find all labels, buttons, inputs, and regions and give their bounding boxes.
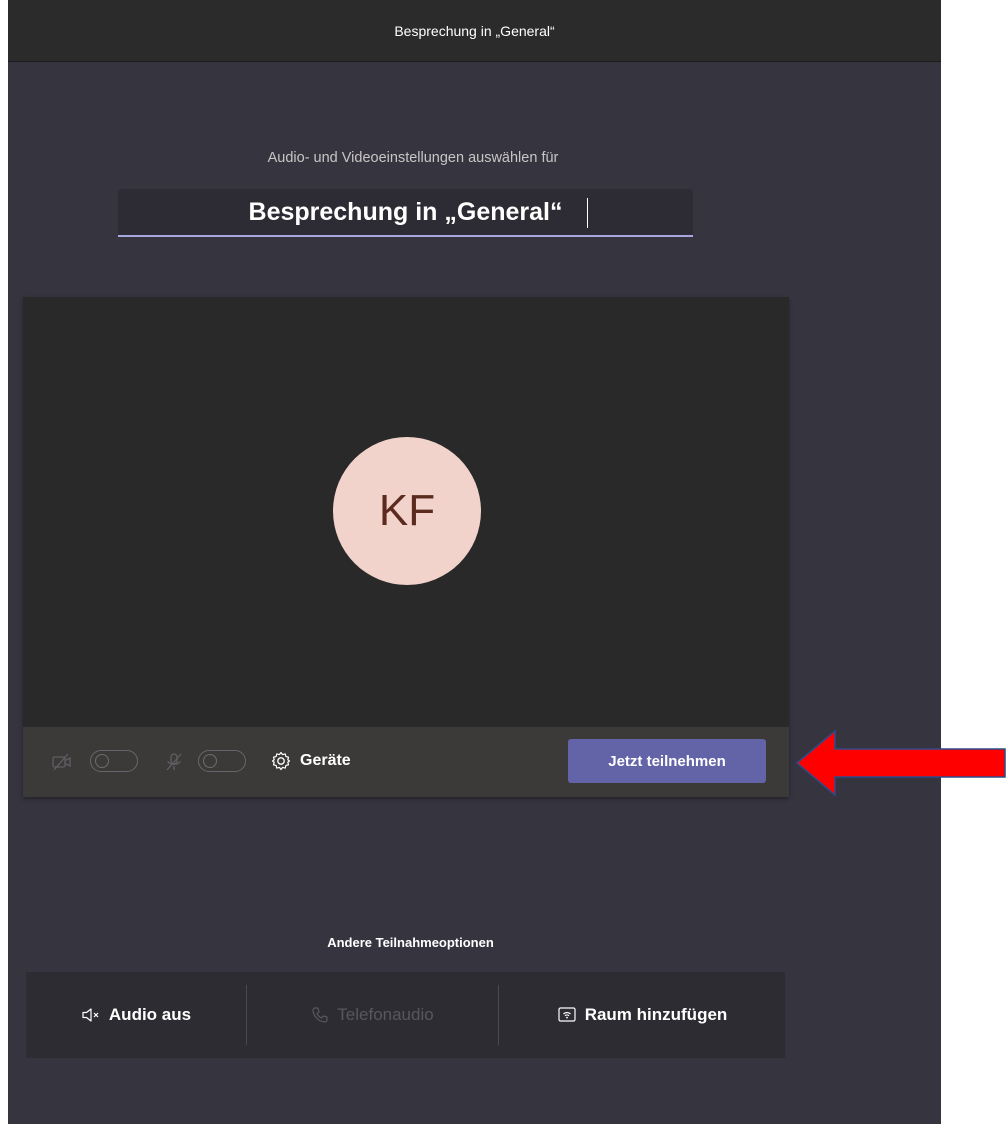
avatar: KF <box>333 437 481 585</box>
preview-controls-bar: Geräte Jetzt teilnehmen <box>23 727 789 797</box>
camera-toggle[interactable] <box>90 750 138 772</box>
meeting-name-input[interactable] <box>118 189 693 237</box>
microphone-toggle-knob <box>203 754 217 768</box>
add-room-option[interactable]: Raum hinzufügen <box>499 972 785 1058</box>
microphone-toggle[interactable] <box>198 750 246 772</box>
video-preview: KF Geräte Jetzt teilnehmen <box>23 297 789 797</box>
avatar-initials: KF <box>378 486 436 535</box>
window-title: Besprechung in „General“ <box>394 22 555 39</box>
audio-off-label: Audio aus <box>108 1005 192 1024</box>
phone-icon <box>312 1007 328 1023</box>
devices-button[interactable]: Geräte <box>270 749 351 773</box>
meeting-prejoin-window: Besprechung in „General“ Audio- und Vide… <box>8 0 941 1124</box>
camera-off-icon <box>52 753 71 771</box>
text-cursor <box>587 198 588 228</box>
microphone-off-icon <box>166 753 182 771</box>
camera-toggle-knob <box>95 754 109 768</box>
room-cast-icon <box>558 1007 576 1022</box>
setup-subtitle: Audio- und Videoeinstellungen auswählen … <box>267 150 559 166</box>
window-title-bar: Besprechung in „General“ <box>8 0 941 62</box>
devices-label: Geräte <box>300 752 351 769</box>
annotation-arrow-icon <box>795 729 1006 797</box>
gear-icon <box>271 751 291 771</box>
speaker-off-icon <box>82 1008 99 1022</box>
audio-off-option[interactable]: Audio aus <box>26 972 246 1058</box>
phone-audio-label: Telefonaudio <box>337 1005 434 1024</box>
join-now-button[interactable]: Jetzt teilnehmen <box>568 739 766 783</box>
other-join-options-title: Andere Teilnahmeoptionen <box>327 935 494 950</box>
phone-audio-option: Telefonaudio <box>247 972 498 1058</box>
add-room-label: Raum hinzufügen <box>584 1005 728 1024</box>
other-join-options-bar: Audio aus Telefonaudio Raum hinzufügen <box>26 972 785 1058</box>
